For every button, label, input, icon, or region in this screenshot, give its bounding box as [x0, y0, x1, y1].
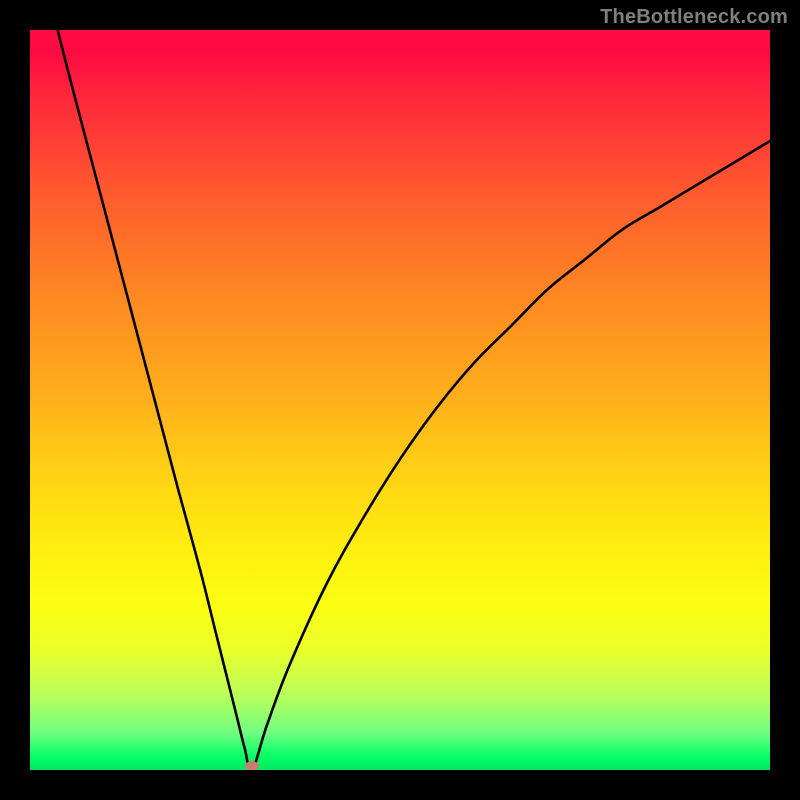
minimum-marker	[245, 761, 259, 770]
plot-area	[30, 30, 770, 770]
chart-frame: TheBottleneck.com	[0, 0, 800, 800]
bottleneck-curve	[30, 30, 770, 770]
watermark-text: TheBottleneck.com	[600, 6, 788, 29]
